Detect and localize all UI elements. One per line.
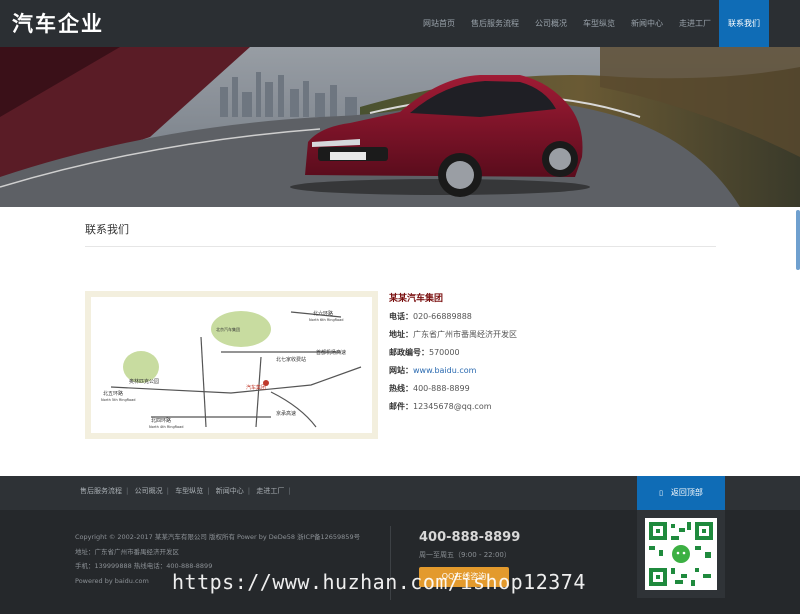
map-label-6th-ring-en: North 6th RingRoad <box>309 318 343 322</box>
nav-about[interactable]: 公司概况 <box>527 0 575 47</box>
page-scrollbar[interactable] <box>796 210 800 270</box>
map-drawing: 北六环路 North 6th RingRoad 北五环路 North 5th R… <box>91 297 372 433</box>
map-label-6th-ring: 北六环路 <box>313 310 333 317</box>
page-title: 联系我们 <box>85 223 129 236</box>
footer-link-news[interactable]: 新闻中心 <box>216 487 244 495</box>
footer-link-factory[interactable]: 走进工厂 <box>256 487 284 495</box>
map-label-bj-auto: 北京汽车集团 <box>216 326 240 332</box>
arrow-up-icon: ▯ <box>659 489 663 497</box>
footer-links: 售后服务流程 | 公司概况 | 车型纵览 | 新闻中心 | 走进工厂 | <box>80 487 291 495</box>
nav-news[interactable]: 新闻中心 <box>623 0 671 47</box>
map-label-group: 汽车集团 <box>246 384 266 391</box>
hero-banner <box>0 47 800 207</box>
location-map: 北六环路 North 6th RingRoad 北五环路 North 5th R… <box>85 291 378 439</box>
map-label-olympic: 奥林匹克公园 <box>129 378 159 385</box>
map-label-jingcheng: 京承高速 <box>276 410 296 417</box>
title-divider <box>85 246 716 247</box>
map-label-5th-ring: 北五环路 <box>103 390 123 397</box>
footer-address: 地址：广东省广州市番禺经济开发区 <box>75 547 179 556</box>
site-header: 汽车企业 网站首页 售后服务流程 公司概况 车型纵览 新闻中心 走进工厂 联系我… <box>0 0 800 47</box>
footer-hotline: 400-888-8899 <box>419 530 521 545</box>
site-logo[interactable]: 汽车企业 <box>12 8 104 38</box>
nav-models[interactable]: 车型纵览 <box>575 0 623 47</box>
map-label-airport: 首都机场高速 <box>316 349 346 356</box>
qr-code-icon <box>645 518 717 590</box>
footer-link-about[interactable]: 公司概况 <box>135 487 163 495</box>
contact-info: 某某汽车集团 电话：020-66889888 地址：广东省广州市番禺经济开发区 … <box>389 290 517 416</box>
nav-contact[interactable]: 联系我们 <box>719 0 769 47</box>
contact-hotline: 热线：400-888-8899 <box>389 384 470 393</box>
nav-after-sales[interactable]: 售后服务流程 <box>463 0 527 47</box>
nav-home[interactable]: 网站首页 <box>415 0 463 47</box>
map-canvas: 北六环路 North 6th RingRoad 北五环路 North 5th R… <box>91 297 372 433</box>
back-top-label: 返回顶部 <box>670 488 703 497</box>
nav-factory[interactable]: 走进工厂 <box>671 0 719 47</box>
contact-phone: 电话：020-66889888 <box>389 312 472 321</box>
map-label-4th-ring: 北四环路 <box>151 417 171 424</box>
contact-postcode: 邮政编号：570000 <box>389 348 460 357</box>
contact-website: 网站：www.baidu.com <box>389 366 477 375</box>
car-banner-image <box>0 47 800 207</box>
map-label-toll: 北七家收费站 <box>276 356 306 363</box>
back-to-top-button[interactable]: ▯ 返回顶部 <box>637 476 725 510</box>
contact-email: 邮件：12345678@qq.com <box>389 402 492 411</box>
copyright-text: Copyright © 2002-2017 某某汽车有限公司 版权所有 Powe… <box>75 533 361 541</box>
license-plate <box>330 152 366 160</box>
watermark-url: https://www.huzhan.com/ishop12374 <box>172 570 586 594</box>
main-nav: 网站首页 售后服务流程 公司概况 车型纵览 新闻中心 走进工厂 联系我们 <box>415 0 769 47</box>
map-label-5th-ring-en: North 5th RingRoad <box>101 398 135 402</box>
footer-hours: 周一至周五（9:00 - 22:00） <box>419 551 511 559</box>
company-name: 某某汽车集团 <box>389 294 444 304</box>
qr-panel <box>637 510 725 598</box>
map-label-4th-ring-en: North 4th RingRoad <box>149 425 183 429</box>
footer-link-models[interactable]: 车型纵览 <box>175 487 203 495</box>
website-link[interactable]: www.baidu.com <box>413 366 476 375</box>
footer-link-after-sales[interactable]: 售后服务流程 <box>80 487 122 495</box>
contact-address: 地址：广东省广州市番禺经济开发区 <box>389 330 517 339</box>
